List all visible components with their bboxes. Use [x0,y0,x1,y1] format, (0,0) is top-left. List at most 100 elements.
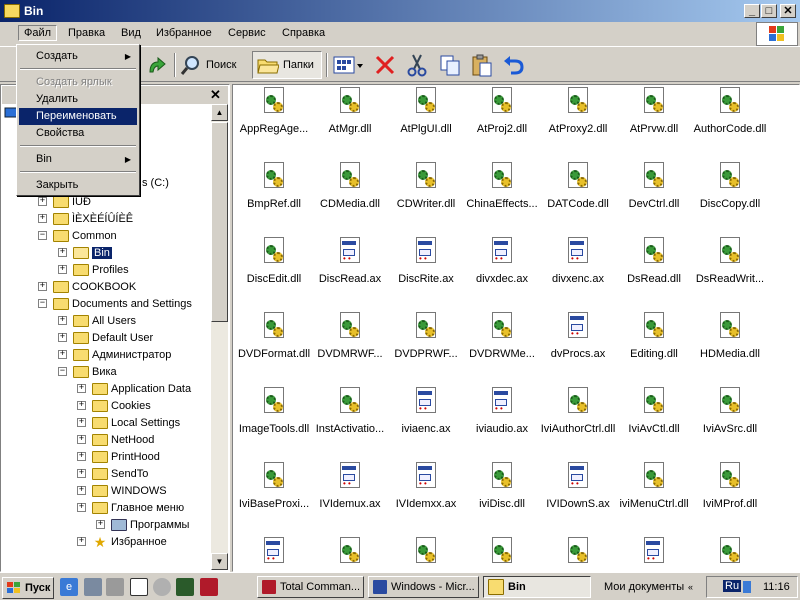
maximize-button[interactable]: □ [761,4,777,18]
language-indicator[interactable]: Ru [723,580,742,592]
disk-icon[interactable] [106,578,124,596]
undo-button[interactable] [502,51,526,79]
menu-item-bin[interactable]: Bin ▶ [19,151,137,168]
file-item[interactable]: DsRead.dll [616,235,692,305]
file-item[interactable]: BmpRef.dll [236,160,312,230]
tree-item[interactable]: − Common [38,227,117,244]
tree-item[interactable]: + Default User [58,329,153,346]
address-expand-icon[interactable]: « [688,582,693,592]
file-item[interactable] [464,535,540,571]
expand-icon[interactable]: + [77,384,86,393]
file-item[interactable] [312,535,388,571]
menu-item-rename[interactable]: Переименовать [19,108,137,125]
file-item[interactable]: IviAuthorCtrl.dll [540,385,616,455]
file-item[interactable]: ChinaEffects... [464,160,540,230]
task-windows-micr[interactable]: Windows - Micr... [368,576,479,598]
tree-item[interactable]: + Администратор [58,346,171,363]
file-item[interactable]: • • divxenc.ax [540,235,616,305]
file-item[interactable]: • • dvProcs.ax [540,310,616,380]
scroll-thumb[interactable] [211,122,228,322]
file-item[interactable] [388,535,464,571]
file-item[interactable]: AtProxy2.dll [540,85,616,155]
menu-help[interactable]: Справка [277,26,330,40]
menu-edit[interactable]: Правка [63,26,110,40]
task-bin[interactable]: Bin [483,576,591,598]
file-item[interactable]: DVDMRWF... [312,310,388,380]
collapse-icon[interactable]: − [58,367,67,376]
file-item[interactable]: AuthorCode.dll [692,85,768,155]
file-item[interactable] [692,535,768,571]
paste-button[interactable] [470,51,494,79]
task-total-commander[interactable]: Total Comman... [257,576,364,598]
close-pane-icon[interactable]: ✕ [210,87,221,103]
menu-favorites[interactable]: Избранное [151,26,217,40]
file-item[interactable]: DVDRWMe... [464,310,540,380]
tree-item[interactable]: + ★ Избранное [77,533,167,550]
file-item[interactable]: • • IVIdemxx.ax [388,460,464,530]
tree-item[interactable]: + SendTo [77,465,148,482]
file-item[interactable]: • • IVIdemux.ax [312,460,388,530]
tree-item[interactable]: − Вика [58,363,117,380]
file-item[interactable]: IviAvCtl.dll [616,385,692,455]
menu-item-delete[interactable]: Удалить [19,91,137,108]
network-icon[interactable] [84,578,102,596]
tree-item[interactable]: + COOKBOOK [38,278,136,295]
expand-icon[interactable]: + [58,265,67,274]
tree-item[interactable]: + Программы [96,516,189,533]
address-label[interactable]: Мои документы [604,581,684,593]
collapse-icon[interactable]: − [38,231,47,240]
expand-icon[interactable]: + [77,418,86,427]
search-button[interactable]: Поиск [180,51,236,79]
expand-icon[interactable]: + [77,469,86,478]
file-item[interactable]: CDWriter.dll [388,160,464,230]
file-item[interactable]: • • [236,535,312,571]
expand-icon[interactable]: + [38,282,47,291]
menu-item-close[interactable]: Закрыть [19,177,137,194]
cut-button[interactable] [405,51,429,79]
file-item[interactable]: InstActivatio... [312,385,388,455]
mouse-icon[interactable] [153,578,171,596]
copy-button[interactable] [438,51,462,79]
file-item[interactable]: IviBaseProxi... [236,460,312,530]
save-icon[interactable] [200,578,218,596]
tree-item[interactable]: + Profiles [58,261,129,278]
calculator-icon[interactable] [130,578,148,596]
file-item[interactable]: IviAvSrc.dll [692,385,768,455]
file-item[interactable]: IviMProf.dll [692,460,768,530]
expand-icon[interactable]: + [96,520,105,529]
network-tray-icon[interactable] [743,581,751,593]
tree-item[interactable]: + ÌÈXÈÉÍÛÍÈÊ [38,210,133,227]
file-item[interactable]: • • [616,535,692,571]
menu-view[interactable]: Вид [116,26,146,40]
file-item[interactable]: iviMenuCtrl.dll [616,460,692,530]
expand-icon[interactable]: + [38,197,47,206]
views-button[interactable] [332,51,364,79]
browser-icon[interactable]: e [60,578,78,596]
close-button[interactable]: ✕ [780,4,796,18]
expand-icon[interactable]: + [38,214,47,223]
file-item[interactable] [540,535,616,571]
expand-icon[interactable]: + [58,350,67,359]
file-item[interactable]: AtMgr.dll [312,85,388,155]
tree-item[interactable]: + All Users [58,312,136,329]
tree-item[interactable]: + Главное меню [77,499,184,516]
expand-icon[interactable]: + [77,401,86,410]
file-item[interactable]: AppRegAge... [236,85,312,155]
scroll-down-button[interactable]: ▼ [211,553,228,570]
scroll-up-button[interactable]: ▲ [211,104,228,121]
file-item[interactable]: DVDFormat.dll [236,310,312,380]
file-item[interactable]: DiscCopy.dll [692,160,768,230]
file-item[interactable]: Editing.dll [616,310,692,380]
tree-item[interactable]: + Application Data [77,380,191,397]
tree-item[interactable]: + Cookies [77,397,151,414]
chart-icon[interactable] [176,578,194,596]
tree-item[interactable]: + Local Settings [77,414,180,431]
collapse-icon[interactable]: − [38,299,47,308]
file-item[interactable]: • • IVIDownS.ax [540,460,616,530]
menu-file[interactable]: Файл [18,25,58,41]
expand-icon[interactable]: + [77,503,86,512]
delete-button[interactable] [373,51,397,79]
file-item[interactable]: • • iviaenc.ax [388,385,464,455]
file-item[interactable]: • • DiscRead.ax [312,235,388,305]
title-bar[interactable]: Bin _ □ ✕ [0,0,800,22]
